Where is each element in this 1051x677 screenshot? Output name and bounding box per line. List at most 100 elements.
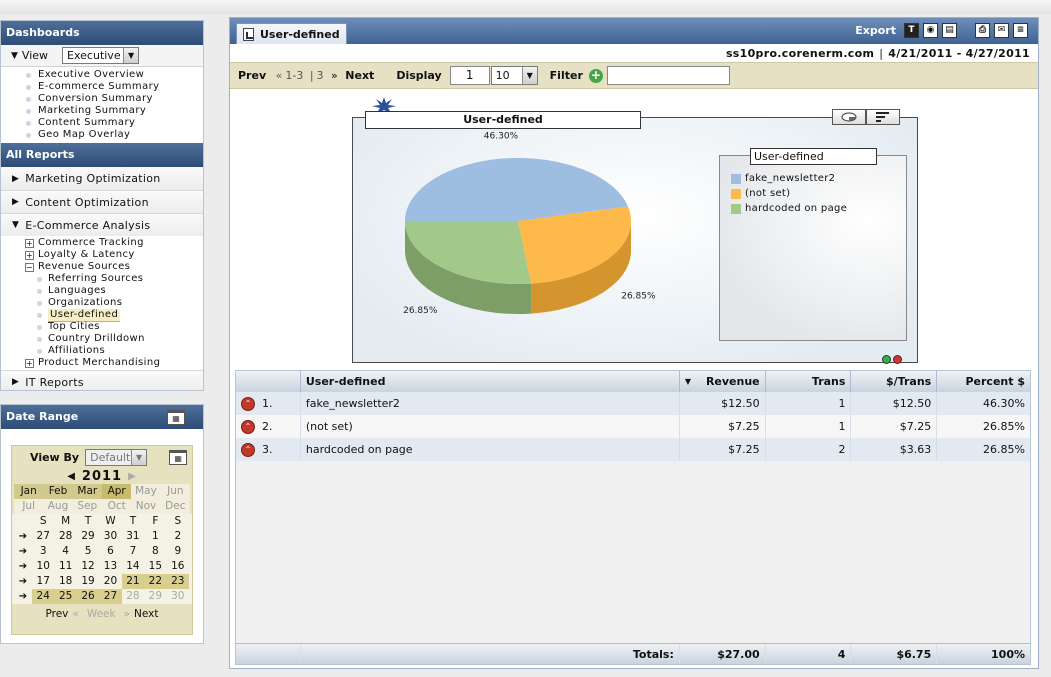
calendar-day[interactable]: 18 bbox=[54, 574, 76, 589]
settings-report-icon[interactable]: ≡ bbox=[1013, 23, 1028, 38]
calendar-day[interactable]: 8 bbox=[144, 544, 166, 559]
header-per-trans[interactable]: $/Trans bbox=[851, 371, 938, 392]
calendar-day[interactable]: 4 bbox=[54, 544, 76, 559]
select-week-arrow-icon[interactable]: ➔ bbox=[14, 589, 32, 604]
calendar-day[interactable]: 10 bbox=[32, 559, 54, 574]
calendar-day[interactable]: 20 bbox=[99, 574, 121, 589]
month-3[interactable]: Apr bbox=[102, 484, 132, 499]
calendar-day[interactable]: 16 bbox=[167, 559, 189, 574]
dashboard-link-ecommerce-summary[interactable]: E-commerce Summary bbox=[26, 81, 203, 93]
header-trans[interactable]: Trans bbox=[766, 371, 852, 392]
dashboard-link-executive-overview[interactable]: Executive Overview bbox=[26, 69, 203, 81]
category-ecommerce-analysis[interactable]: ▼ E-Commerce Analysis bbox=[1, 213, 203, 236]
tree-item-affiliations[interactable]: Affiliations bbox=[37, 345, 203, 357]
tree-item-languages[interactable]: Languages bbox=[37, 285, 203, 297]
calendar-day[interactable]: 17 bbox=[32, 574, 54, 589]
month-0[interactable]: Jan bbox=[14, 484, 44, 499]
prev-week-link[interactable]: Prev bbox=[45, 608, 68, 620]
name-cell[interactable]: (not set) bbox=[301, 415, 680, 438]
add-filter-icon[interactable]: + bbox=[588, 68, 603, 83]
calendar-day[interactable]: 28 bbox=[54, 529, 76, 544]
tree-item-loyalty-latency[interactable]: + Loyalty & Latency bbox=[25, 249, 203, 261]
expand-triangle-icon[interactable]: ▼ bbox=[11, 51, 18, 61]
calendar-day[interactable]: 31 bbox=[122, 529, 144, 544]
calendar-day[interactable]: 3 bbox=[32, 544, 54, 559]
expand-plus-icon[interactable]: + bbox=[25, 358, 34, 368]
select-week-arrow-icon[interactable]: ➔ bbox=[14, 544, 32, 559]
tree-item-revenue-sources[interactable]: − Revenue Sources bbox=[25, 261, 203, 273]
calendar-day[interactable]: 27 bbox=[32, 529, 54, 544]
calendar-day[interactable]: 26 bbox=[76, 589, 100, 604]
calendar-day[interactable]: 11 bbox=[54, 559, 76, 574]
drilldown-icon[interactable]: ⌃ bbox=[241, 419, 255, 434]
month-2[interactable]: Mar bbox=[72, 484, 102, 499]
select-week-arrow-icon[interactable]: ➔ bbox=[14, 529, 32, 544]
calendar-day[interactable]: 9 bbox=[167, 544, 189, 559]
calendar-day[interactable]: 24 bbox=[32, 589, 55, 604]
filter-input[interactable] bbox=[606, 66, 730, 85]
calendar-day[interactable]: 19 bbox=[77, 574, 99, 589]
select-week-arrow-icon[interactable]: ➔ bbox=[14, 574, 32, 589]
calendar-icon[interactable]: ▦ bbox=[167, 409, 185, 425]
tree-item-referring-sources[interactable]: Referring Sources bbox=[37, 273, 203, 285]
calendar-day[interactable]: 5 bbox=[77, 544, 99, 559]
calendar-day[interactable]: 22 bbox=[144, 574, 167, 589]
tree-item-user-defined[interactable]: User-defined bbox=[37, 308, 203, 322]
export-text-icon[interactable]: T bbox=[904, 23, 919, 38]
per-page-select[interactable]: 10 ▼ bbox=[490, 66, 538, 85]
tree-item-commerce-tracking[interactable]: + Commerce Tracking bbox=[25, 237, 203, 249]
tree-item-country-drilldown[interactable]: Country Drilldown bbox=[37, 333, 203, 345]
prev-year-arrow-icon[interactable]: ◀ bbox=[67, 471, 76, 482]
calendar-day[interactable]: 25 bbox=[54, 589, 77, 604]
calendar-day[interactable]: 12 bbox=[77, 559, 99, 574]
expand-plus-icon[interactable]: + bbox=[25, 238, 34, 248]
month-1[interactable]: Feb bbox=[43, 484, 73, 499]
calendar-icon[interactable]: ▦ bbox=[169, 449, 188, 465]
category-content-optimization[interactable]: ▶ Content Optimization bbox=[1, 190, 203, 213]
calendar-day[interactable]: 7 bbox=[122, 544, 144, 559]
view-select[interactable]: Executive ▼ bbox=[62, 47, 140, 64]
display-start-input[interactable]: 1 bbox=[449, 66, 490, 85]
calendar-day[interactable]: 30 bbox=[99, 529, 121, 544]
chevron-down-icon[interactable]: ▼ bbox=[131, 449, 147, 465]
drilldown-icon[interactable]: ⌃ bbox=[241, 396, 255, 411]
name-cell[interactable]: hardcoded on page bbox=[301, 438, 680, 461]
calendar-day[interactable]: 29 bbox=[77, 529, 99, 544]
view-by-select[interactable]: Default ▼ bbox=[85, 448, 148, 466]
header-percent[interactable]: Percent $ bbox=[937, 371, 1030, 392]
next-link[interactable]: Next bbox=[345, 69, 374, 82]
next-week-link[interactable]: Next bbox=[134, 608, 158, 620]
dashboard-link-content-summary[interactable]: Content Summary bbox=[26, 117, 203, 129]
calendar-day[interactable]: 13 bbox=[99, 559, 121, 574]
expand-plus-icon[interactable]: + bbox=[25, 250, 34, 260]
drilldown-icon[interactable]: ⌃ bbox=[241, 442, 255, 457]
calendar-day[interactable]: 15 bbox=[144, 559, 166, 574]
name-cell[interactable]: fake_newsletter2 bbox=[301, 392, 680, 415]
email-report-icon[interactable]: ✉ bbox=[994, 23, 1009, 38]
category-it-reports[interactable]: ▶ IT Reports bbox=[1, 370, 203, 390]
collapse-minus-icon[interactable]: − bbox=[25, 262, 34, 272]
dashboard-link-conversion-summary[interactable]: Conversion Summary bbox=[26, 93, 203, 105]
calendar-day[interactable]: 2 bbox=[167, 529, 189, 544]
chevron-down-icon[interactable]: ▼ bbox=[123, 48, 139, 63]
dashboard-link-marketing-summary[interactable]: Marketing Summary bbox=[26, 105, 203, 117]
calendar-day[interactable]: 1 bbox=[144, 529, 166, 544]
calendar-day[interactable]: 23 bbox=[166, 574, 189, 589]
print-icon[interactable]: ⎙ bbox=[975, 23, 990, 38]
header-revenue[interactable]: ▼ Revenue bbox=[680, 371, 766, 392]
tree-item-organizations[interactable]: Organizations bbox=[37, 297, 203, 309]
header-user-defined[interactable]: User-defined bbox=[301, 371, 680, 392]
dashboard-link-geo-map-overlay[interactable]: Geo Map Overlay bbox=[26, 129, 203, 141]
calendar-day[interactable]: 6 bbox=[99, 544, 121, 559]
export-web-icon[interactable]: ◉ bbox=[923, 23, 938, 38]
prev-link[interactable]: Prev bbox=[238, 69, 266, 82]
chevron-down-icon[interactable]: ▼ bbox=[521, 67, 537, 84]
category-marketing-optimization[interactable]: ▶ Marketing Optimization bbox=[1, 167, 203, 190]
tree-item-product-merchandising[interactable]: + Product Merchandising bbox=[25, 357, 203, 369]
calendar-day[interactable]: 14 bbox=[122, 559, 144, 574]
calendar-day[interactable]: 27 bbox=[99, 589, 122, 604]
tree-item-top-cities[interactable]: Top Cities bbox=[37, 321, 203, 333]
export-excel-icon[interactable]: ▤ bbox=[942, 23, 957, 38]
calendar-day[interactable]: 21 bbox=[121, 574, 145, 589]
select-week-arrow-icon[interactable]: ➔ bbox=[14, 559, 32, 574]
